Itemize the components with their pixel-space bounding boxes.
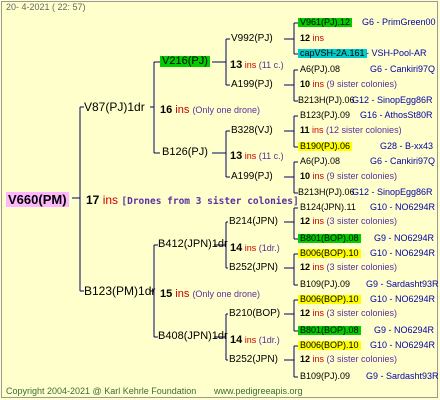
gen4-info-11: G10 - NO6294R [370, 248, 436, 258]
gen3-ins-2: 10 ins (9 sister colonies) [300, 79, 398, 89]
gen2-node-1[interactable]: V216(PJ) [160, 56, 210, 67]
gen4-node-2[interactable]: capVSH-2A.161 [298, 49, 367, 58]
gen3-node-5[interactable]: B214(JPN) [229, 217, 278, 227]
gen3-node-4[interactable]: A199(PJ) [231, 172, 273, 182]
gen4-node-5[interactable]: B123(PJ).09 [300, 111, 350, 120]
gen3-node-8[interactable]: B252(JPN) [229, 355, 278, 365]
gen2-node-2[interactable]: B126(PJ) [162, 147, 208, 158]
gen4-info-6: G28 - B-xx43 [380, 141, 434, 151]
footer-site-link[interactable]: www.pedigreeapis.org [214, 387, 303, 396]
gen4-node-3[interactable]: A6(PJ).08 [300, 65, 340, 74]
gen4-info-1: G6 - PrimGreen00 [362, 17, 436, 27]
gen4-node-4[interactable]: B213H(PJ).06 [298, 96, 355, 105]
root-count: 17 [86, 193, 100, 207]
gen4-node-11[interactable]: B006(BOP).10 [298, 249, 361, 258]
gen3-node-1[interactable]: V992(PJ) [231, 34, 273, 44]
gen3-ins-5: 12 ins (3 sister colonies) [300, 216, 398, 226]
gen3-node-7[interactable]: B210(BOP) [229, 309, 280, 319]
gen4-node-10[interactable]: B801(BOP).08 [298, 234, 361, 243]
gen4-node-1[interactable]: V961(PJ).12 [298, 18, 353, 27]
root-ins-summary: 17 ins [Drones from 3 sister colonies] [86, 192, 299, 208]
gen4-node-15[interactable]: B006(BOP).10 [298, 341, 361, 350]
gen3-ins-1: 12 ins [300, 33, 325, 43]
gen4-info-4: G12 - SinopEgg86R [352, 95, 433, 105]
gen4-info-14: G9 - NO6294R [374, 325, 435, 335]
gen3-ins-7: 12 ins (3 sister colonies) [300, 308, 398, 318]
gen4-node-14[interactable]: B801(BOP).08 [298, 326, 361, 335]
gen4-info-8: G12 - SinopEgg86R [352, 187, 433, 197]
gen2-node-3[interactable]: B412(JPN)1dr [158, 239, 228, 250]
gen4-info-2: - VSH-Pool-AR [366, 48, 427, 58]
gen4-info-3: G6 - Cankiri97Q [370, 64, 436, 74]
gen4-node-9[interactable]: B124(JPN).11 [300, 203, 356, 212]
gen3-ins-4: 10 ins (9 sister colonies) [300, 171, 398, 181]
gen4-info-10: G9 - NO6294R [374, 233, 435, 243]
gen2-ins-2: 13 ins (11 c.) [230, 150, 284, 162]
gen4-node-13[interactable]: B006(BOP).10 [298, 295, 361, 304]
gen4-info-9: G10 - NO6294R [370, 202, 436, 212]
gen3-ins-6: 12 ins (3 sister colonies) [300, 262, 398, 272]
root-note: [Drones from 3 sister colonies] [121, 196, 299, 207]
gen3-ins-3: 11 ins (12 sister colonies) [300, 125, 402, 135]
gen3-ins-8: 12 ins (3 sister colonies) [300, 354, 398, 364]
gen4-node-12[interactable]: B109(PJ).09 [300, 280, 350, 289]
gen2-ins-1: 13 ins (11 c.) [230, 59, 284, 71]
dam-ins-summary: 15 ins (Only one drone) [160, 288, 260, 300]
gen4-info-16: G9 - Sardasht93R [366, 371, 439, 381]
root-queen[interactable]: V660(PM) [6, 192, 69, 207]
gen4-info-15: G10 - NO6294R [370, 340, 436, 350]
gen4-node-7[interactable]: A6(PJ).08 [300, 157, 340, 166]
footer-copyright: Copyright 2004-2021 @ Karl Kehrle Founda… [6, 386, 197, 396]
gen2-ins-3: 14 ins (1dr.) [230, 242, 280, 254]
root-ins-label: ins [99, 193, 122, 207]
gen2-node-4[interactable]: B408(JPN)1dr [158, 331, 228, 342]
gen4-info-7: G6 - Cankiri97Q [370, 156, 436, 166]
sire-ins-summary: 16 ins (Only one drone) [160, 104, 260, 116]
gen3-node-3[interactable]: B328(VJ) [231, 126, 273, 136]
dam-node[interactable]: B123(PM)1dr [84, 285, 155, 297]
gen2-ins-4: 14 ins (1dr.) [230, 334, 280, 346]
gen4-info-12: G9 - Sardasht93R [366, 279, 439, 289]
sire-node[interactable]: V87(PJ)1dr [84, 101, 145, 113]
gen3-node-6[interactable]: B252(JPN) [229, 263, 278, 273]
gen3-node-2[interactable]: A199(PJ) [231, 80, 273, 90]
gen4-info-13: G10 - NO6294R [370, 294, 436, 304]
gen4-node-16[interactable]: B109(PJ).09 [300, 372, 350, 381]
gen4-node-6[interactable]: B190(PJ).06 [298, 142, 353, 151]
gen4-node-8[interactable]: B213H(PJ).06 [298, 188, 355, 197]
report-date: 20- 4-2021 ( 22: 57) [6, 2, 86, 12]
gen4-info-5: G16 - AthosSt80R [360, 110, 433, 120]
